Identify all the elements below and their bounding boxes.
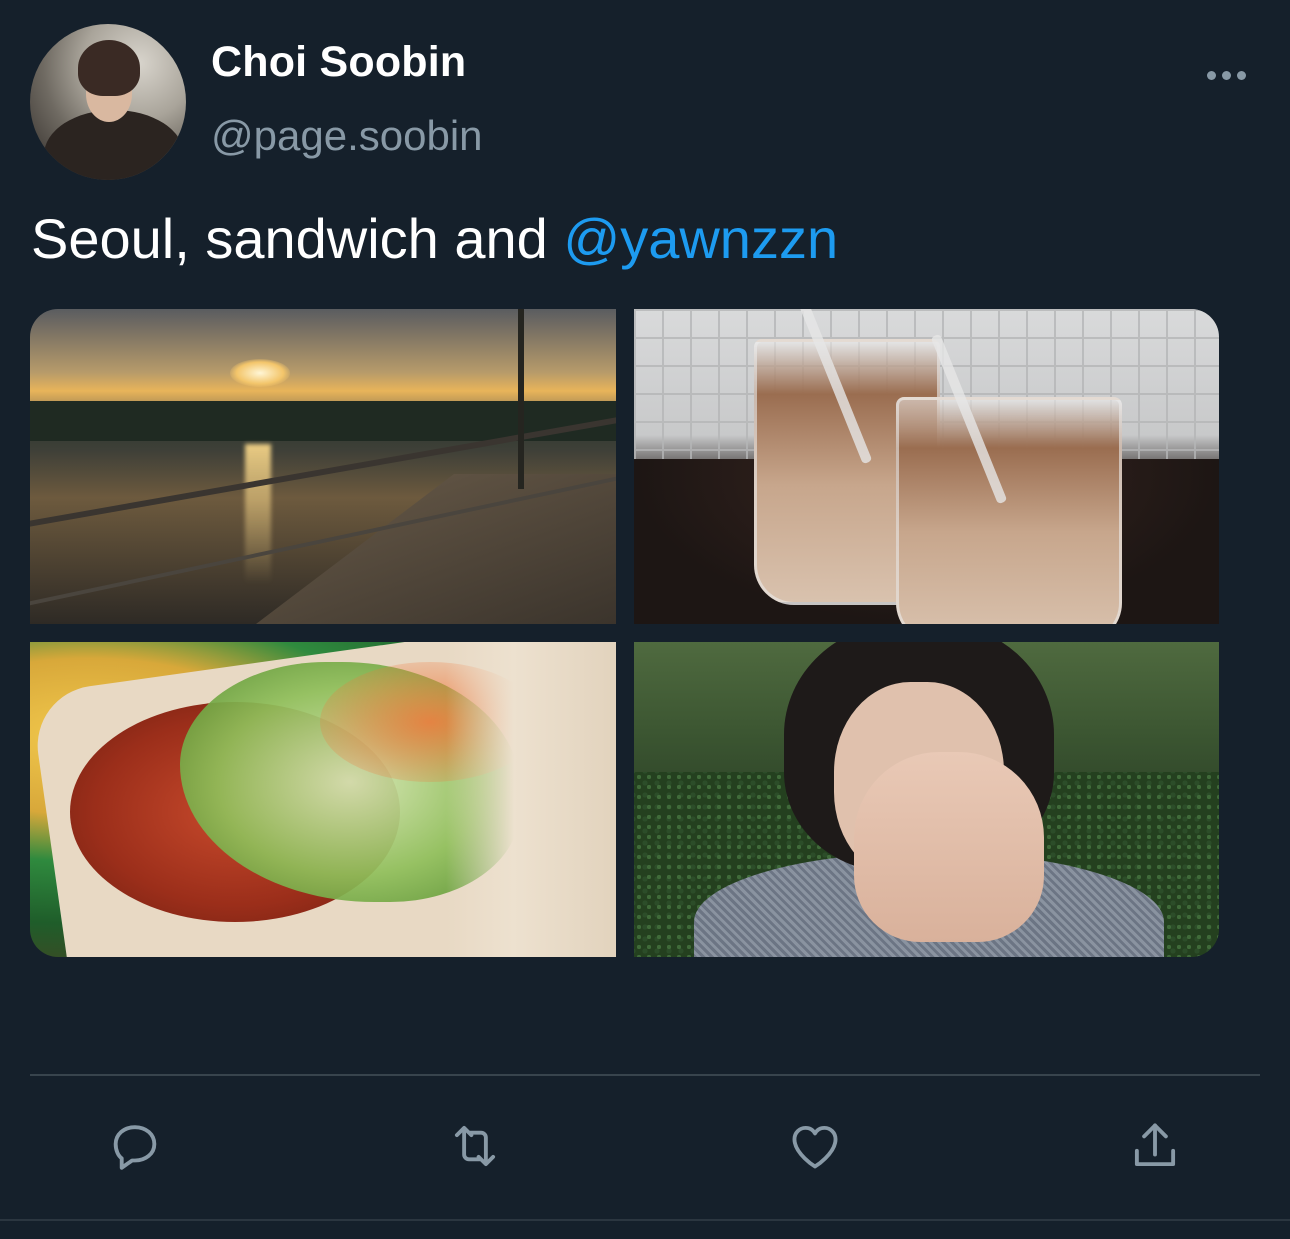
author-handle[interactable]: @page.soobin (211, 112, 483, 160)
more-options-icon[interactable] (1200, 58, 1252, 92)
retweet-icon (454, 1125, 496, 1167)
photo-iced-lattes[interactable] (634, 309, 1219, 624)
more-dot (1206, 70, 1216, 80)
reply-button[interactable] (95, 1106, 175, 1186)
photo-covered-face[interactable] (634, 642, 1219, 957)
photo-lamp (518, 309, 524, 489)
avatar-hair (78, 40, 140, 96)
photo-sun (230, 359, 290, 387)
media-grid (30, 309, 1219, 957)
author-name[interactable]: Choi Soobin (211, 38, 466, 87)
share-button[interactable] (1115, 1106, 1195, 1186)
tweet-card: Choi Soobin @page.soobin Seoul, sandwich… (0, 0, 1290, 1239)
photo-hands (854, 752, 1044, 942)
more-dot (1236, 70, 1246, 80)
action-bar (0, 1106, 1290, 1186)
bottom-divider (0, 1219, 1290, 1221)
like-button[interactable] (775, 1106, 855, 1186)
divider (30, 1074, 1260, 1076)
retweet-button[interactable] (435, 1106, 515, 1186)
more-dot (1221, 70, 1231, 80)
like-icon (792, 1125, 838, 1169)
mention-link[interactable]: @yawnzzn (563, 207, 838, 270)
share-icon (1134, 1123, 1176, 1167)
photo-sandwich[interactable] (30, 642, 616, 957)
tweet-text-body: Seoul, sandwich and (31, 207, 564, 270)
photo-reflection (245, 444, 271, 584)
photo-sunset-boardwalk[interactable] (30, 309, 616, 624)
avatar[interactable] (30, 24, 186, 180)
tweet-text: Seoul, sandwich and @yawnzzn (31, 206, 838, 271)
photo-deck (256, 474, 616, 624)
reply-icon (113, 1125, 157, 1170)
photo-cup (896, 397, 1122, 624)
photo-crust (446, 642, 616, 957)
